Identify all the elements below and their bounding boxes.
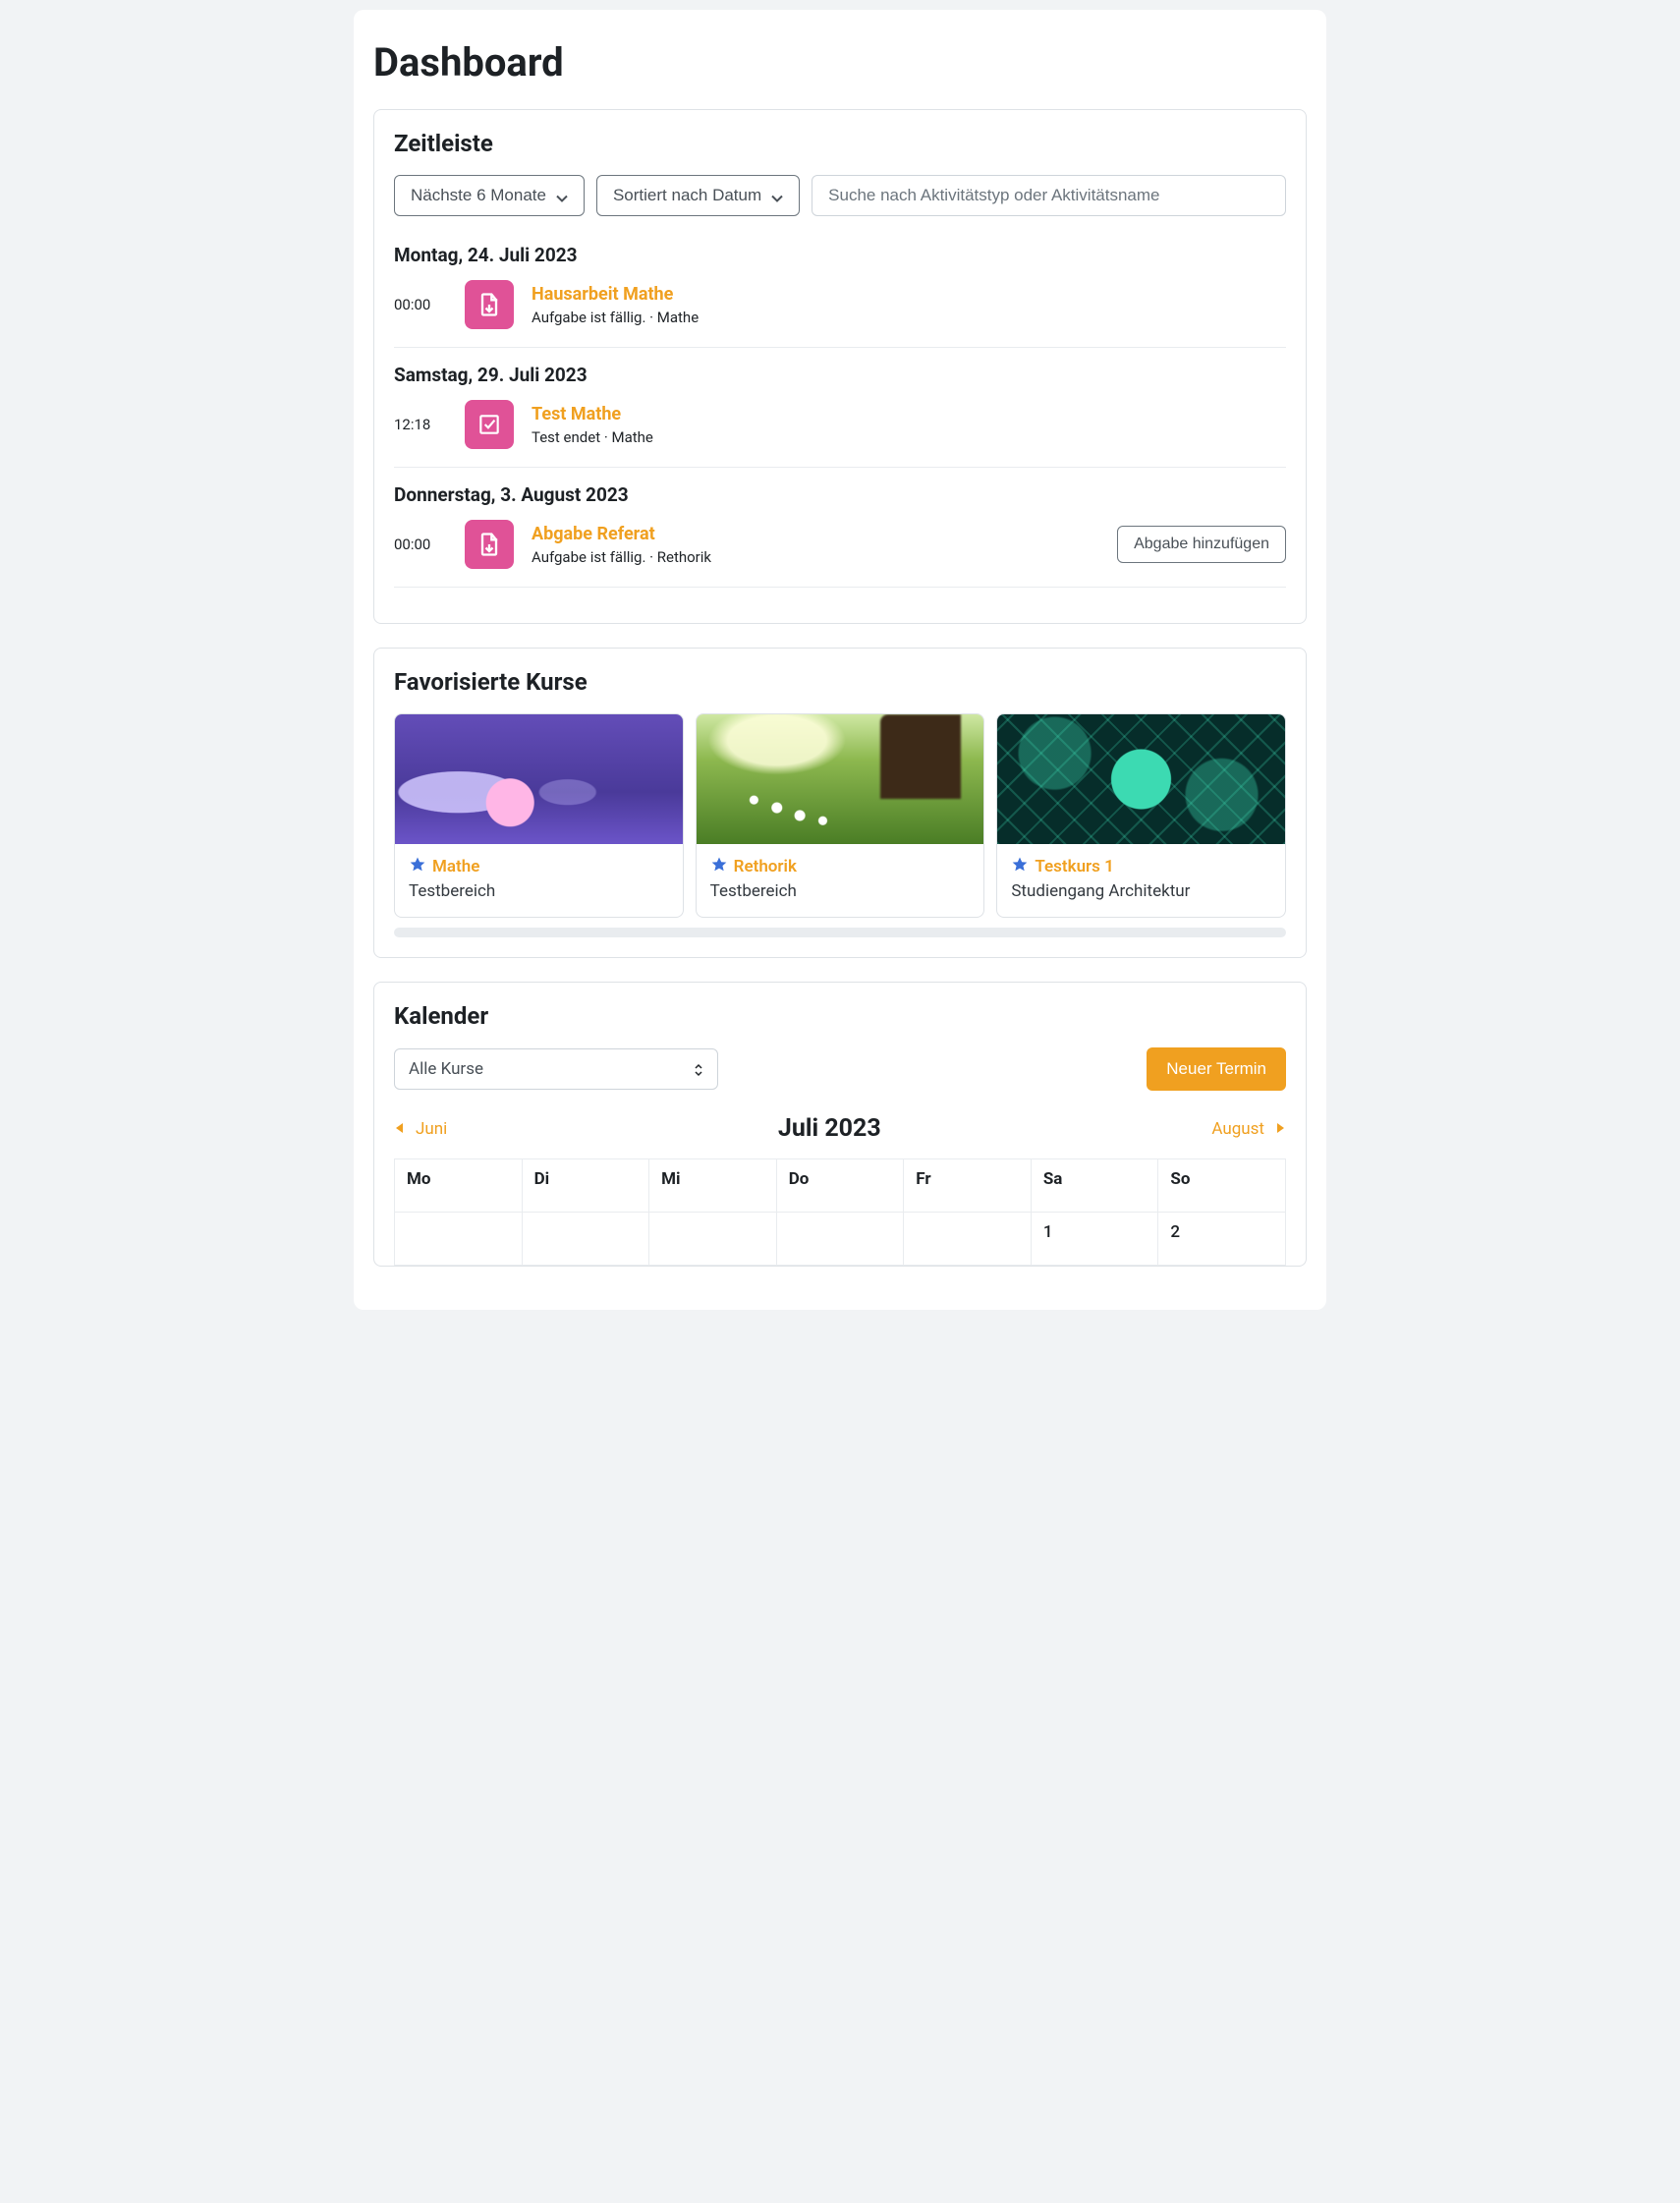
calendar-day-cell (776, 1213, 904, 1266)
calendar-table: MoDiMiDoFrSaSo 12 (394, 1158, 1286, 1266)
course-area: Studiengang Architektur (1011, 881, 1271, 901)
calendar-weekday-header: Mo (395, 1159, 523, 1213)
activity-time: 00:00 (394, 296, 447, 313)
timeline-activity: 00:00 Abgabe Referat Aufgabe ist fällig. ·… (394, 520, 1286, 569)
chevron-down-icon (556, 190, 568, 201)
star-icon (1011, 856, 1029, 877)
course-name-link[interactable]: Testkurs 1 (1035, 857, 1114, 876)
course-name-link[interactable]: Mathe (432, 857, 479, 876)
activity-time: 12:18 (394, 416, 447, 433)
course-body: Testkurs 1 Studiengang Architektur (997, 844, 1285, 917)
filter-sort-label: Sortiert nach Datum (613, 186, 761, 205)
timeline-activity: 00:00 Hausarbeit Mathe Aufgabe ist fällig.… (394, 280, 1286, 329)
activity-main: Test Mathe Test endet · Mathe (532, 404, 1286, 446)
activity-title-link[interactable]: Test Mathe (532, 404, 1286, 424)
quiz-icon (465, 400, 514, 449)
assignment-icon (465, 280, 514, 329)
timeline-day-heading: Montag, 24. Juli 2023 (394, 244, 1286, 266)
calendar-title: Kalender (394, 1002, 1286, 1030)
calendar-day-cell[interactable]: 1 (1031, 1213, 1158, 1266)
timeline-title: Zeitleiste (394, 130, 1286, 157)
next-month-label: August (1211, 1119, 1264, 1139)
activity-title-link[interactable]: Hausarbeit Mathe (532, 284, 1286, 305)
activity-subtext: Aufgabe ist fällig. · Rethorik (532, 548, 1099, 566)
calendar-weekday-header: Di (522, 1159, 649, 1213)
course-image (395, 714, 683, 844)
timeline-day: Montag, 24. Juli 2023 00:00 Hausarbeit Mat… (394, 244, 1286, 348)
timeline-filters: Nächste 6 Monate Sortiert nach Datum (394, 175, 1286, 216)
calendar-day-cell (904, 1213, 1032, 1266)
filter-sort-dropdown[interactable]: Sortiert nach Datum (596, 175, 800, 216)
star-icon (409, 856, 426, 877)
timeline-search-input[interactable] (812, 175, 1286, 216)
favourite-courses-card: Favorisierte Kurse MatheTestbereichRetho… (373, 648, 1307, 958)
activity-main: Hausarbeit Mathe Aufgabe ist fällig. · Ma… (532, 284, 1286, 326)
timeline-day-heading: Donnerstag, 3. August 2023 (394, 483, 1286, 506)
course-area: Testbereich (409, 881, 669, 901)
calendar-day-cell[interactable]: 2 (1158, 1213, 1286, 1266)
activity-time: 00:00 (394, 536, 447, 553)
prev-month-label: Juni (416, 1119, 447, 1139)
timeline-day: Donnerstag, 3. August 2023 00:00 Abgabe Re… (394, 483, 1286, 588)
calendar-card: Kalender Alle Kurse Neuer Termin Juni (373, 982, 1307, 1267)
activity-subtext: Aufgabe ist fällig. · Mathe (532, 309, 1286, 326)
course-body: Rethorik Testbereich (697, 844, 984, 917)
calendar-weekday-header: Do (776, 1159, 904, 1213)
course-area: Testbereich (710, 881, 971, 901)
course-card[interactable]: Testkurs 1 Studiengang Architektur (996, 713, 1286, 918)
calendar-month-title: Juli 2023 (447, 1114, 1211, 1143)
courses-title: Favorisierte Kurse (394, 668, 1286, 696)
course-body: Mathe Testbereich (395, 844, 683, 917)
timeline-card: Zeitleiste Nächste 6 Monate Sortiert nac… (373, 109, 1307, 624)
chevron-down-icon (771, 190, 783, 201)
page-title: Dashboard (373, 39, 1307, 85)
course-card[interactable]: Rethorik Testbereich (696, 713, 985, 918)
up-down-icon (694, 1062, 703, 1076)
next-month-link[interactable]: August (1211, 1119, 1286, 1139)
calendar-course-filter[interactable]: Alle Kurse (394, 1048, 718, 1090)
activity-subtext: Test endet · Mathe (532, 428, 1286, 446)
triangle-left-icon (394, 1119, 406, 1139)
calendar-weekday-header: Sa (1031, 1159, 1158, 1213)
filter-range-dropdown[interactable]: Nächste 6 Monate (394, 175, 585, 216)
course-image (697, 714, 984, 844)
triangle-right-icon (1274, 1119, 1286, 1139)
calendar-course-filter-label: Alle Kurse (409, 1059, 483, 1079)
calendar-day-cell (395, 1213, 523, 1266)
filter-range-label: Nächste 6 Monate (411, 186, 546, 205)
new-event-button[interactable]: Neuer Termin (1147, 1047, 1286, 1091)
calendar-day-cell (649, 1213, 777, 1266)
calendar-weekday-header: Fr (904, 1159, 1032, 1213)
activity-main: Abgabe Referat Aufgabe ist fällig. · Reth… (532, 524, 1099, 566)
activity-title-link[interactable]: Abgabe Referat (532, 524, 1099, 544)
course-image (997, 714, 1285, 844)
timeline-day-heading: Samstag, 29. Juli 2023 (394, 364, 1286, 386)
prev-month-link[interactable]: Juni (394, 1119, 447, 1139)
star-icon (710, 856, 728, 877)
courses-scrollbar[interactable] (394, 928, 1286, 937)
assignment-icon (465, 520, 514, 569)
course-name-link[interactable]: Rethorik (734, 857, 797, 876)
add-submission-button[interactable]: Abgabe hinzufügen (1117, 526, 1286, 563)
calendar-day-cell (522, 1213, 649, 1266)
timeline-activity: 12:18 Test Mathe Test endet · Mathe (394, 400, 1286, 449)
calendar-weekday-header: So (1158, 1159, 1286, 1213)
timeline-day: Samstag, 29. Juli 202312:18Test MatheTes… (394, 364, 1286, 468)
course-card[interactable]: Mathe Testbereich (394, 713, 684, 918)
calendar-weekday-header: Mi (649, 1159, 777, 1213)
